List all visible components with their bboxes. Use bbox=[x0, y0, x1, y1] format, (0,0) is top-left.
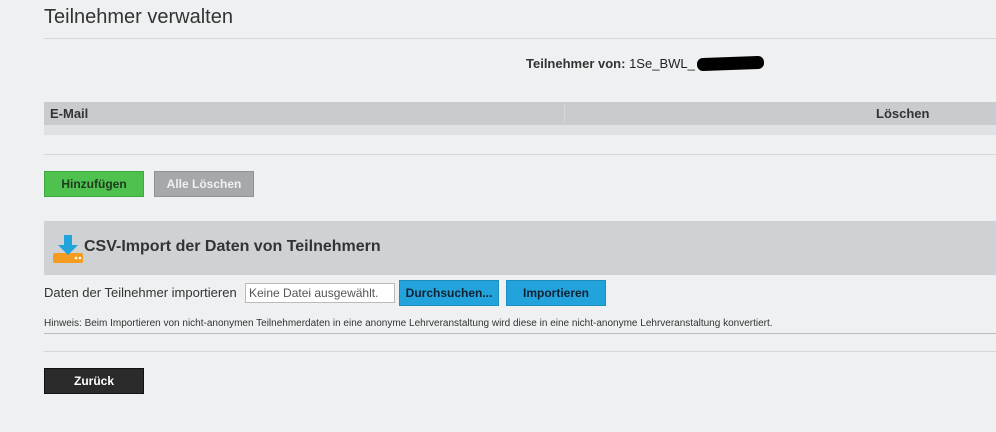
column-header-delete: Löschen bbox=[876, 106, 930, 121]
participants-table-header: E-Mail Löschen bbox=[44, 102, 996, 125]
add-button[interactable]: Hinzufügen bbox=[44, 171, 144, 197]
participant-owner: Teilnehmer von: 1Se_BWL_ bbox=[526, 56, 695, 71]
table-divider bbox=[44, 154, 996, 155]
import-button[interactable]: Importieren bbox=[506, 280, 606, 306]
hint-divider bbox=[44, 333, 996, 334]
footer-divider bbox=[44, 351, 996, 352]
page-title: Teilnehmer verwalten bbox=[44, 6, 233, 28]
column-separator bbox=[564, 104, 565, 123]
participants-table-body bbox=[44, 125, 996, 135]
column-header-email: E-Mail bbox=[50, 106, 89, 121]
redaction-mark bbox=[696, 55, 765, 72]
import-row: Daten der Teilnehmer importieren Keine D… bbox=[44, 280, 644, 306]
csv-import-panel: CSV-Import der Daten von Teilnehmern bbox=[44, 221, 996, 275]
owner-value: 1Se_BWL_ bbox=[629, 56, 695, 71]
title-divider bbox=[44, 38, 996, 39]
import-label: Daten der Teilnehmer importieren bbox=[44, 285, 237, 300]
back-button[interactable]: Zurück bbox=[44, 368, 144, 394]
file-input[interactable]: Keine Datei ausgewählt. bbox=[245, 283, 395, 303]
browse-button[interactable]: Durchsuchen... bbox=[399, 280, 499, 306]
delete-all-button[interactable]: Alle Löschen bbox=[154, 171, 254, 197]
download-icon bbox=[53, 235, 83, 263]
import-hint: Hinweis: Beim Importieren von nicht-anon… bbox=[44, 318, 773, 329]
csv-import-title: CSV-Import der Daten von Teilnehmern bbox=[84, 238, 381, 255]
owner-label: Teilnehmer von: bbox=[526, 56, 626, 71]
